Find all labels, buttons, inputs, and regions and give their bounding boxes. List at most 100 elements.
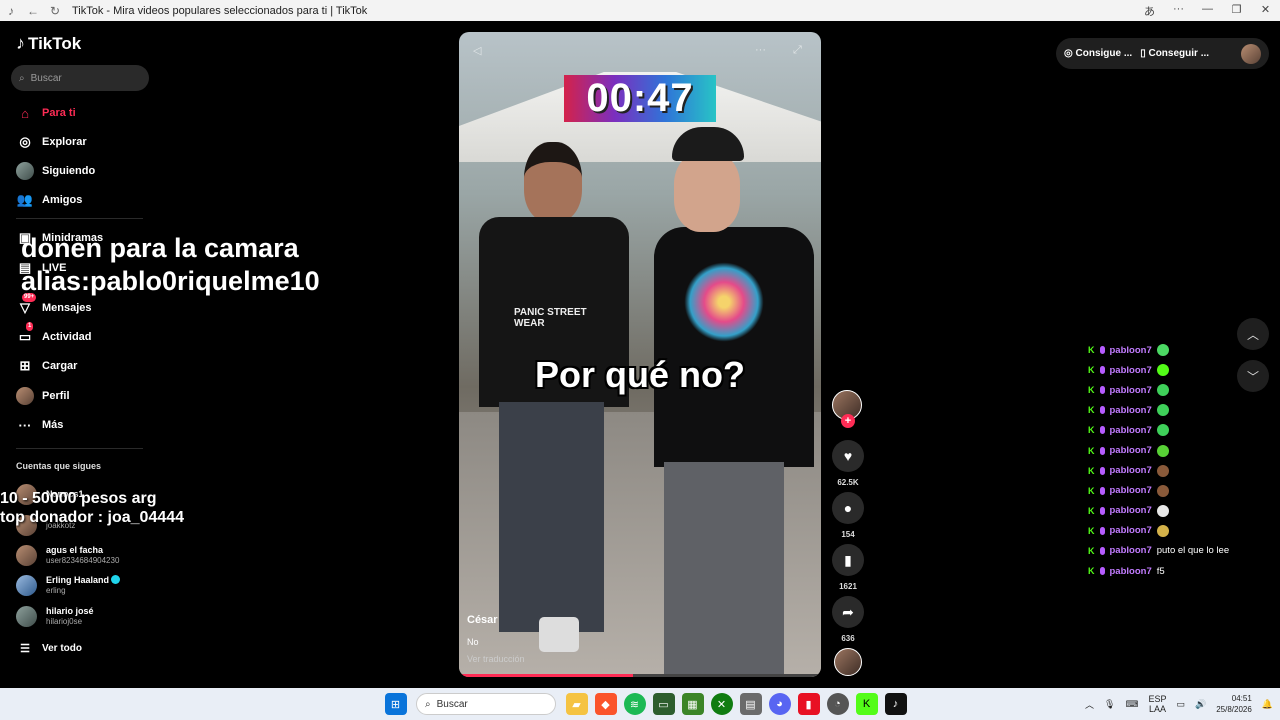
app-icon[interactable]: ▮: [797, 693, 820, 715]
chat-emote-icon: [1156, 524, 1169, 537]
fullscreen-icon[interactable]: ⤢: [793, 44, 802, 57]
see-all-link[interactable]: ☰ Ver todo: [16, 638, 82, 658]
nav-siguiendo[interactable]: Siguiendo: [16, 161, 95, 181]
reload-icon[interactable]: ↻: [44, 4, 66, 18]
steam-icon[interactable]: ◔: [826, 693, 849, 715]
avatar: [16, 545, 37, 566]
nav-amigos[interactable]: 👥 Amigos: [16, 190, 82, 210]
kick-icon[interactable]: K: [855, 693, 878, 715]
spotify-icon[interactable]: ≋: [623, 693, 646, 715]
windows-start-icon[interactable]: ⊞: [384, 693, 407, 715]
chat-username: pabloon7: [1109, 364, 1152, 376]
overlay-amount-text: 10 - 50000 pesos arg: [0, 490, 157, 507]
chat-username: pabloon7: [1109, 404, 1152, 416]
chevron-up-icon[interactable]: ︿: [1085, 698, 1094, 711]
search-icon: ⌕: [19, 72, 25, 84]
nav-actividad[interactable]: ▭ 1 Actividad: [16, 322, 92, 347]
mic-badge-icon: [1099, 546, 1105, 555]
video-person: [644, 127, 814, 677]
more-icon: ···: [18, 417, 32, 433]
get-coins-button[interactable]: ◎ Consigue ...: [1064, 48, 1132, 59]
language-indicator[interactable]: ESP LAA: [1148, 694, 1166, 714]
nav-explorar[interactable]: ◎ Explorar: [16, 132, 86, 152]
network-icon[interactable]: ▭: [1176, 699, 1185, 710]
kick-badge-icon: K: [1088, 525, 1095, 536]
microphone-icon[interactable]: 🎙: [1104, 699, 1115, 710]
share-button[interactable]: ➦ 636: [832, 596, 864, 643]
menu-icon[interactable]: ···: [1164, 3, 1193, 19]
mic-badge-icon: [1099, 506, 1105, 515]
like-button[interactable]: ♥ 62.5K: [832, 440, 864, 487]
chat-message: Kpabloon7 f5: [1088, 561, 1273, 581]
translate-link[interactable]: Ver traducción: [467, 654, 525, 664]
app-icon[interactable]: ▭: [652, 693, 675, 715]
user-avatar[interactable]: [1241, 43, 1261, 64]
chat-message: Kpabloon7: [1088, 461, 1273, 481]
home-icon: ⌂: [21, 105, 29, 121]
get-app-button[interactable]: ▯ Conseguir ...: [1140, 48, 1209, 59]
mic-badge-icon: [1099, 426, 1105, 435]
mic-badge-icon: [1099, 366, 1105, 375]
mute-icon[interactable]: ◁: [473, 44, 481, 57]
xbox-icon[interactable]: ✕: [710, 693, 733, 715]
volume-icon[interactable]: 🔊: [1195, 699, 1206, 710]
nav-mensajes[interactable]: ▽ 99+ Mensajes: [16, 293, 92, 318]
upload-icon: ⊞: [19, 358, 31, 373]
mic-badge-icon: [1099, 406, 1105, 415]
mic-badge-icon: [1099, 567, 1105, 576]
save-count: 1621: [839, 582, 857, 591]
clock[interactable]: 04:51 25/8/2026: [1216, 693, 1252, 715]
heart-icon: ♥: [832, 440, 864, 472]
video-progress-bar[interactable]: [459, 674, 821, 677]
tiktok-favicon-icon: ♪: [8, 3, 14, 18]
following-account[interactable]: agus el facha user8234684904230: [16, 545, 119, 566]
mic-badge-icon: [1099, 346, 1105, 355]
mic-badge-icon: [1099, 526, 1105, 535]
overlay-donation-text: donen para la camara: [21, 233, 299, 263]
creator-avatar[interactable]: +: [832, 390, 864, 428]
tiktok-note-icon: ♪: [16, 33, 25, 53]
bookmark-icon: ▮: [832, 544, 864, 576]
comment-count: 154: [841, 530, 855, 539]
notification-icon[interactable]: 🔔: [1262, 699, 1273, 710]
close-icon[interactable]: ✕: [1251, 3, 1280, 19]
follow-plus-icon[interactable]: +: [841, 414, 855, 428]
minimize-icon[interactable]: —: [1193, 3, 1222, 19]
music-disc-icon: [834, 648, 862, 676]
store-icon[interactable]: ▤: [739, 693, 762, 715]
music-disc[interactable]: [832, 648, 864, 676]
video-progress-fill: [459, 674, 633, 677]
maximize-icon[interactable]: ❐: [1222, 3, 1251, 19]
more-options-icon[interactable]: ···: [755, 44, 766, 56]
avatar: [16, 575, 37, 596]
following-account[interactable]: hilario josé hilarioj0se: [16, 606, 94, 627]
share-icon: ➦: [832, 596, 864, 628]
discord-icon[interactable]: ◕: [768, 693, 791, 715]
nav-cargar[interactable]: ⊞ Cargar: [16, 356, 78, 376]
nav-mas[interactable]: ··· Más: [16, 415, 64, 435]
tiktok-icon[interactable]: ♪: [884, 693, 907, 715]
translate-icon[interactable]: あ: [1135, 3, 1164, 19]
top-right-bar: ◎ Consigue ... ▯ Conseguir ...: [1056, 38, 1269, 69]
save-button[interactable]: ▮ 1621: [832, 544, 864, 591]
nav-perfil[interactable]: Perfil: [16, 386, 70, 406]
search-input[interactable]: ⌕ Buscar: [11, 65, 149, 91]
chat-emote-icon: [1156, 424, 1169, 437]
nav-para-ti[interactable]: ⌂ Para ti: [16, 103, 76, 123]
following-account[interactable]: Erling Haaland erling: [16, 575, 121, 596]
minecraft-icon[interactable]: ▦: [681, 693, 704, 715]
back-icon[interactable]: ←: [22, 4, 44, 18]
file-explorer-icon[interactable]: ▰: [565, 693, 588, 715]
keyboard-icon[interactable]: ⌨: [1125, 699, 1138, 710]
avatar: [16, 606, 37, 627]
chat-message: Kpabloon7: [1088, 440, 1273, 460]
mic-badge-icon: [1099, 466, 1105, 475]
comment-button[interactable]: ● 154: [832, 492, 864, 539]
profile-avatar-icon: [16, 387, 34, 405]
brave-icon[interactable]: ◆: [594, 693, 617, 715]
chat-username: pabloon7: [1109, 505, 1152, 517]
taskbar-search[interactable]: ⌕ Buscar: [416, 693, 556, 715]
video-author[interactable]: César: [467, 614, 498, 626]
video-player[interactable]: PANIC STREET WEAR ◁ ··· ⤢ 00:47 Por qué …: [459, 32, 821, 677]
tiktok-logo[interactable]: ♪ TikTok: [16, 33, 81, 54]
